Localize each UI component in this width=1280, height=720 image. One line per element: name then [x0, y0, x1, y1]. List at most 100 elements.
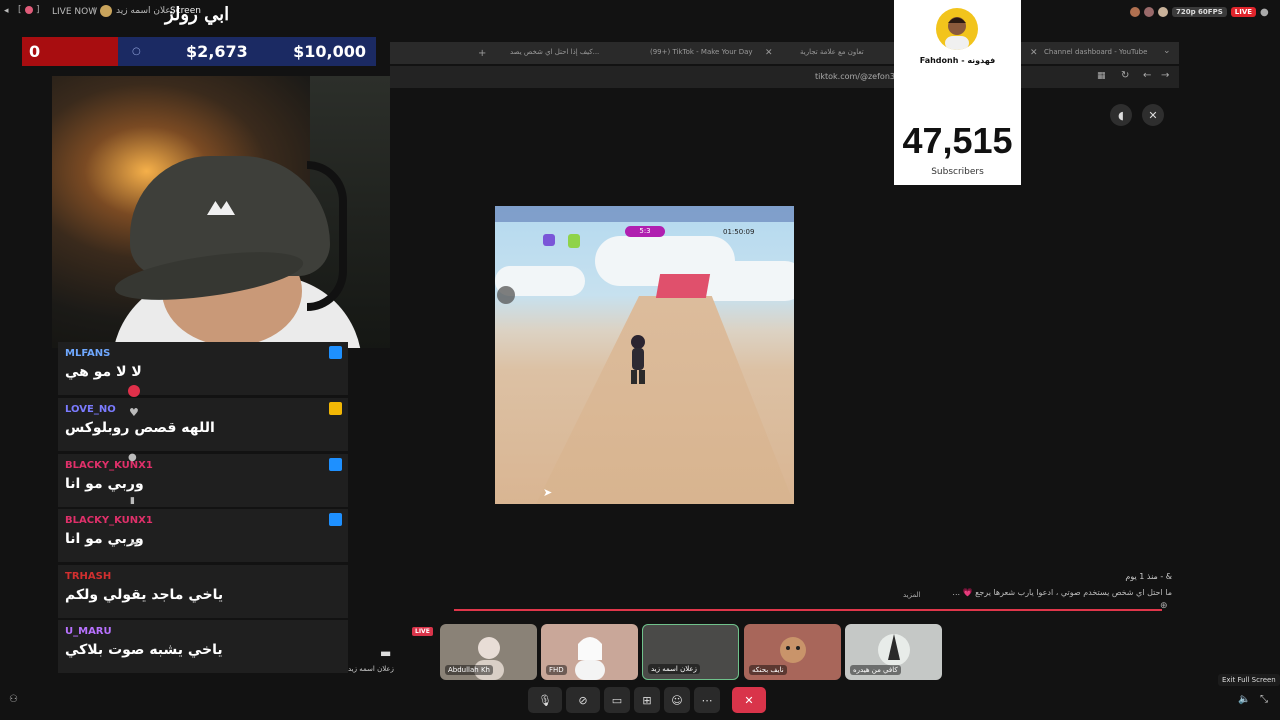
participant-name: زعلان اسمه زيد — [648, 664, 700, 674]
pickaxe-badge-icon — [329, 513, 342, 526]
goal-progress: ○ $2,673 $10,000 — [118, 37, 376, 66]
chat-message: LOVE_NO اللهه قصص روبلوكس — [58, 398, 348, 451]
chat-message: MLFANS لا لا مو هي — [58, 342, 348, 395]
forward-arrow-icon[interactable]: → — [1161, 70, 1169, 81]
mouse-cursor-icon: ➤ — [543, 486, 553, 499]
subscriber-count-card: Fahdonh - فهدونه 47,515 Subscribers — [894, 0, 1021, 185]
stop-share-icon[interactable]: ✕ — [732, 687, 766, 713]
subscriber-count: 47,515 — [902, 120, 1013, 161]
participant-tile-active[interactable]: ˇ زعلان اسمه زيد — [642, 624, 739, 680]
game-obstacle — [655, 274, 711, 298]
game-score: 5:3 — [625, 226, 665, 237]
comment-icon[interactable]: ● — [128, 452, 137, 463]
share-icon[interactable]: ➦ — [131, 539, 139, 549]
present-icon[interactable]: ▭ — [604, 687, 630, 713]
tab-1[interactable]: كيف إذا احتل اي شخص يصد... — [510, 48, 599, 56]
headset-icon — [307, 161, 347, 311]
extensions-icon[interactable]: ▦ — [1097, 71, 1106, 81]
tab-4[interactable]: Channel dashboard - YouTube — [1044, 48, 1147, 56]
browser-tab-strip: + كيف إذا احتل اي شخص يصد... (99+) TikTo… — [390, 42, 1179, 64]
live-badge: LIVE — [1230, 7, 1257, 17]
bookmark-icon[interactable]: ▮ — [130, 496, 135, 506]
chat-message: U_MARU ياخي يشبه صوت بلاكي — [58, 620, 348, 673]
present-icon — [568, 234, 580, 248]
participant-name: كافي من هيدره — [850, 665, 901, 675]
comment-more-link[interactable]: المزيد — [903, 591, 921, 599]
participant-name: Abdullah Kh — [445, 665, 493, 675]
grid-view-icon[interactable]: ⊞ — [634, 687, 660, 713]
comment-text: ما احتل اي شخص يستخدم صوتي ، ادعوا يارب … — [952, 588, 1172, 597]
video-comment: & - منذ 1 يوم ما احتل اي شخص يستخدم صوتي… — [900, 572, 1172, 597]
pickaxe-badge-icon — [329, 458, 342, 471]
browser-url-bar[interactable]: tiktok.com/@zefon3/v... ...25-9BaA72IHQA… — [390, 66, 1179, 88]
participant-name: FHD — [546, 665, 567, 675]
stream-title: ابي رولز — [165, 4, 230, 25]
chat-text: لا لا مو هي — [65, 364, 142, 380]
chat-username: BLACKY_KUNX1 — [65, 460, 153, 471]
quality-badge: 720p 60FPS — [1172, 7, 1227, 17]
call-controls: 🎙 ⊘ ▭ ⊞ ☺ ⋯ ✕ — [528, 687, 766, 713]
participant-strip: Abdullah Kh FHD ˇ زعلان اسمه زيد نايف بح… — [340, 624, 945, 680]
game-timer: 01:50:09 — [723, 228, 755, 236]
tab-close-icon[interactable]: ✕ — [765, 48, 773, 58]
crown-badge-icon — [329, 402, 342, 415]
participant-tile[interactable]: Abdullah Kh — [440, 624, 537, 680]
chat-message: TRHASH ياخي ماجد يقولي ولكم — [58, 565, 348, 618]
gift-icon — [543, 234, 555, 246]
participant-tile[interactable]: FHD — [541, 624, 638, 680]
webcam-feed — [52, 76, 390, 348]
more-options-icon[interactable]: ⋯ — [694, 687, 720, 713]
like-heart-icon[interactable]: ♥ — [129, 406, 139, 419]
participant-tile[interactable]: نايف بحنكه — [744, 624, 841, 680]
chat-message: BLACKY_KUNX1 وربي مو انا — [58, 509, 348, 562]
new-tab-button[interactable]: + — [478, 48, 486, 59]
chat-username: TRHASH — [65, 571, 112, 582]
chat-bubble-icon[interactable]: ● — [1260, 7, 1269, 18]
goal-red-counter: 0 — [22, 37, 118, 66]
tab-3[interactable]: تعاون مع علامة تجارية — [800, 48, 864, 56]
reactions-icon[interactable]: ☺ — [664, 687, 690, 713]
separator: | — [93, 6, 96, 15]
comment-meta: & - منذ 1 يوم — [1125, 572, 1172, 581]
viewer-avatar — [1158, 7, 1168, 17]
chat-username: MLFANS — [65, 348, 111, 359]
close-icon[interactable]: ✕ — [1142, 104, 1164, 126]
microphone-icon[interactable]: 🎙 — [528, 687, 562, 713]
video-progress-bar[interactable] — [454, 609, 1162, 611]
donation-goal-bar: 0 ○ $2,673 $10,000 — [22, 37, 376, 66]
channel-avatar — [936, 8, 978, 50]
stream-status: 720p 60FPS LIVE ● — [1130, 4, 1269, 20]
participant-tile[interactable]: كافي من هيدره — [845, 624, 942, 680]
camera-off-icon[interactable]: ⊘ — [566, 687, 600, 713]
chat-text: وربي مو انا — [65, 476, 144, 492]
bracket-right: ] — [36, 5, 40, 15]
exit-fullscreen-icon[interactable]: ⤡ — [1260, 694, 1268, 705]
record-dot-icon — [25, 6, 33, 14]
participants-icon[interactable]: ⚇ — [9, 694, 18, 705]
tab-close-icon[interactable]: ✕ — [1030, 48, 1038, 58]
exit-full-screen-tooltip: Exit Full Screen — [1218, 674, 1280, 686]
chat-overlay: MLFANS لا لا مو هي LOVE_NO اللهه قصص روب… — [58, 342, 348, 673]
participant-name: نايف بحنكه — [749, 665, 787, 675]
pickaxe-badge-icon — [329, 346, 342, 359]
live-now-label: LIVE NOW — [52, 7, 98, 17]
tab-list-chevron-icon[interactable]: ⌄ — [1163, 46, 1171, 56]
back-arrow-icon[interactable]: ← — [1143, 70, 1151, 81]
game-video[interactable]: 5:3 01:50:09 ➤ — [495, 206, 794, 504]
bracket-left: [ — [18, 5, 22, 15]
channel-name: Fahdonh - فهدونه — [919, 56, 996, 65]
back-icon[interactable]: ◂ — [4, 6, 9, 16]
chat-text: ياخي يشبه صوت بلاكي — [65, 642, 223, 658]
chat-username: BLACKY_KUNX1 — [65, 515, 153, 526]
reload-icon[interactable]: ↻ — [1121, 70, 1129, 81]
host-avatar — [100, 5, 112, 17]
tab-2[interactable]: (99+) TikTok - Make Your Day — [650, 48, 753, 56]
viewer-avatar — [1144, 7, 1154, 17]
volume-toggle-icon[interactable]: ◖ — [1110, 104, 1132, 126]
goal-current: $2,673 — [186, 42, 248, 61]
follow-plus-icon[interactable] — [128, 385, 140, 397]
volume-icon[interactable]: 🔈 — [1238, 694, 1250, 705]
goal-target: $10,000 — [293, 42, 366, 61]
subscriber-label: Subscribers — [931, 167, 984, 177]
viewer-avatar — [1130, 7, 1140, 17]
